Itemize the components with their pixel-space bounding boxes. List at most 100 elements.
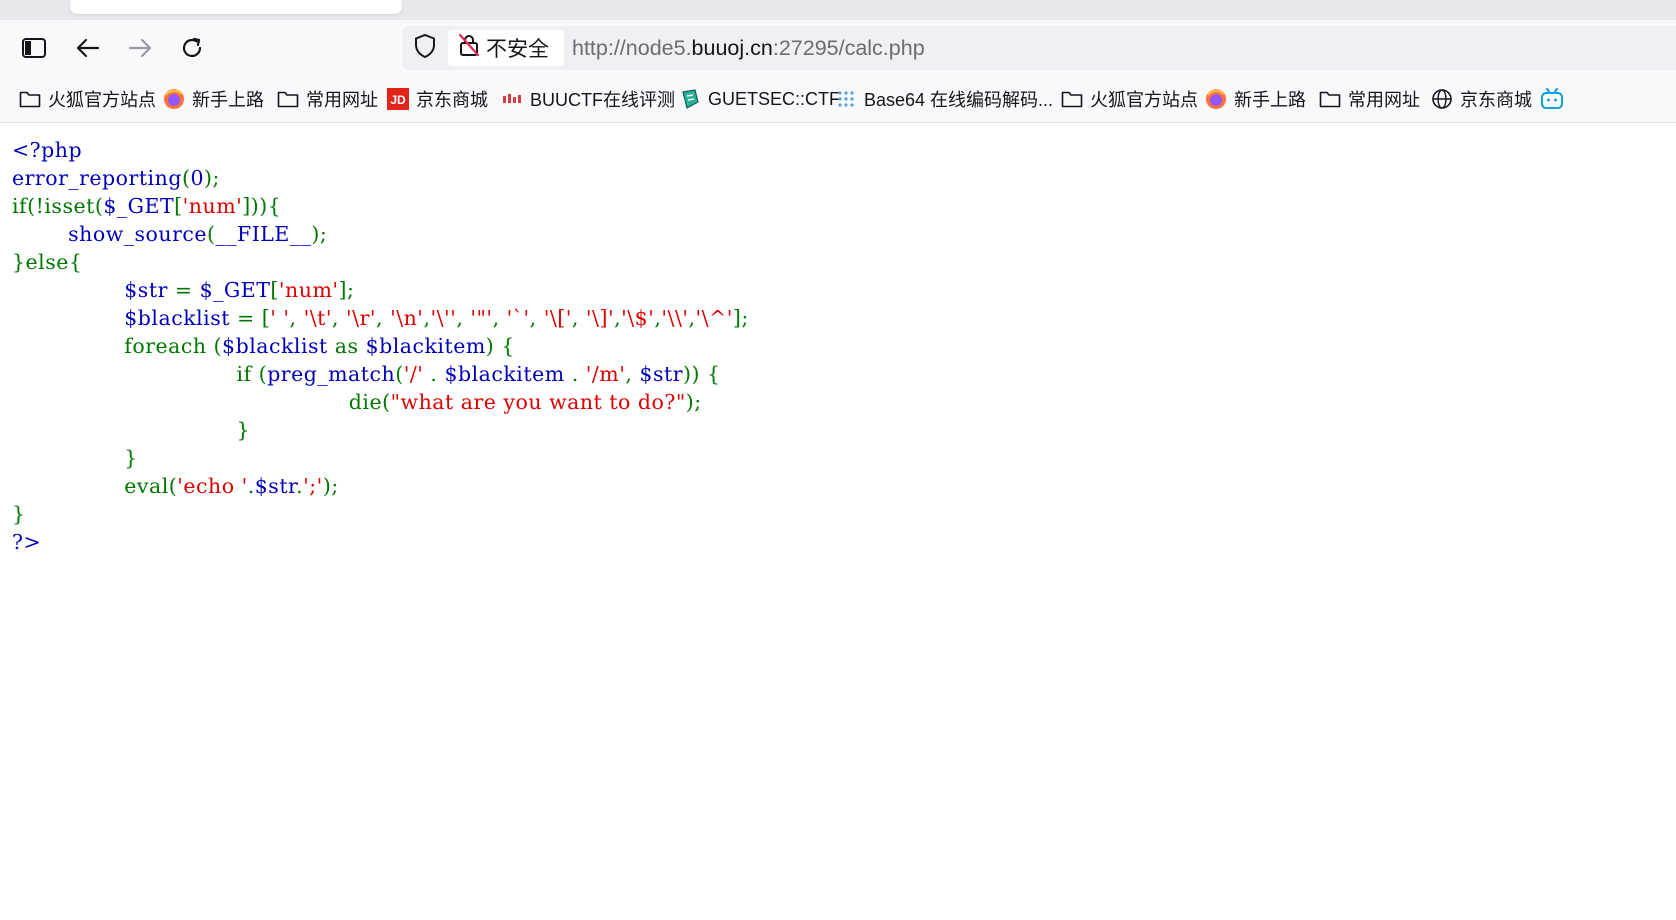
sidebar-toggle-button[interactable] xyxy=(16,30,52,66)
code-token: if ( xyxy=(12,362,268,386)
code-token: 0 xyxy=(190,166,204,190)
folder-icon xyxy=(276,87,300,111)
back-button[interactable] xyxy=(70,30,106,66)
code-token: $_GET xyxy=(199,278,271,302)
guetsec-icon xyxy=(678,87,702,111)
insecure-lock-icon xyxy=(458,33,486,63)
bookmark-label: 火狐官方站点 xyxy=(1090,90,1198,110)
firefox-icon xyxy=(162,87,186,111)
code-token: '/m' xyxy=(585,362,626,386)
code-token: } xyxy=(12,418,251,442)
url-text[interactable]: http://node5.buuoj.cn:27295/calc.php xyxy=(572,26,925,70)
insecure-label: 不安全 xyxy=(486,38,549,61)
code-token: 'echo ' xyxy=(177,474,248,498)
code-token: . xyxy=(247,474,255,498)
bookmark-label: 京东商城 xyxy=(416,90,488,110)
bookmark-item[interactable]: Base64 在线编码解码... xyxy=(834,76,1053,122)
code-token: ); xyxy=(311,222,328,246)
code-token: , xyxy=(688,306,696,330)
folder-icon xyxy=(1318,87,1342,111)
code-token: eval( xyxy=(12,474,178,498)
code-token: '\r' xyxy=(346,306,377,330)
code-token: '\[' xyxy=(543,306,572,330)
bookmark-item[interactable]: JD 京东商城 xyxy=(386,76,488,122)
bookmark-item[interactable]: 火狐官方站点 xyxy=(18,76,156,122)
folder-icon xyxy=(1060,87,1084,111)
base64-icon xyxy=(834,87,858,111)
code-token: as xyxy=(334,334,366,358)
bookmark-item[interactable]: 京东商城 xyxy=(1430,76,1532,122)
tracking-protection-button[interactable] xyxy=(412,33,438,63)
code-token: ( xyxy=(395,362,404,386)
connection-insecure-badge[interactable]: 不安全 xyxy=(448,30,564,66)
bookmark-item[interactable]: 新手上路 xyxy=(1204,76,1306,122)
code-token: '\n' xyxy=(390,306,424,330)
code-token: '\$' xyxy=(621,306,655,330)
code-token: , xyxy=(289,306,304,330)
code-token: __FILE__ xyxy=(215,222,312,246)
code-token: $blackitem xyxy=(444,362,572,386)
code-token: [ xyxy=(270,278,279,302)
code-token: = xyxy=(174,278,200,302)
code-token: = [ xyxy=(237,306,271,330)
bookmark-label: 京东商城 xyxy=(1460,90,1532,110)
bookmark-overflow-item[interactable] xyxy=(1540,76,1570,122)
url-bar[interactable]: 不安全 http://node5.buuoj.cn:27295/calc.php xyxy=(402,26,1676,70)
code-token: '\\' xyxy=(661,306,689,330)
code-token: '\]' xyxy=(585,306,615,330)
globe-icon xyxy=(1430,87,1454,111)
code-token: ); xyxy=(204,166,220,190)
php-source-code: <?php error_reporting(0); if(!isset($_GE… xyxy=(12,136,749,556)
reload-icon xyxy=(180,36,204,60)
jd-icon: JD xyxy=(386,87,410,111)
code-token: show_source xyxy=(68,222,207,246)
folder-icon xyxy=(18,87,42,111)
code-token: error_reporting xyxy=(12,166,182,190)
code-token: '"' xyxy=(470,306,493,330)
url-host: buuoj.cn xyxy=(691,36,773,60)
tab-strip xyxy=(0,0,1676,20)
active-tab[interactable] xyxy=(70,0,402,14)
bookmark-label: 常用网址 xyxy=(1348,90,1420,110)
bookmark-item[interactable]: 新手上路 xyxy=(162,76,264,122)
bookmark-label: 常用网址 xyxy=(306,90,378,110)
code-token: 'num' xyxy=(182,194,243,218)
code-token: 'num' xyxy=(278,278,339,302)
code-token: , xyxy=(331,306,347,330)
bookmark-label: 新手上路 xyxy=(192,90,264,110)
code-token: } xyxy=(12,446,138,470)
bookmark-label: Base64 在线编码解码... xyxy=(864,90,1054,110)
firefox-icon xyxy=(1204,87,1228,111)
code-token: . xyxy=(430,362,445,386)
bookmark-item[interactable]: BUUCTF在线评测 xyxy=(500,76,675,122)
code-token: , xyxy=(456,306,471,330)
code-token: $str xyxy=(254,474,297,498)
navigation-toolbar: 不安全 http://node5.buuoj.cn:27295/calc.php xyxy=(0,20,1676,76)
reload-button[interactable] xyxy=(174,30,210,66)
code-token: '\^' xyxy=(695,306,733,330)
code-token: '/' xyxy=(403,362,431,386)
bookmark-item[interactable]: 常用网址 xyxy=(276,76,378,122)
bookmarks-toolbar: 火狐官方站点 新手上路 常用网址 JD 京东商城 BUUCTF在线评测 GUET… xyxy=(0,76,1676,123)
bookmark-label: 新手上路 xyxy=(1234,90,1306,110)
code-token: $_GET xyxy=(103,194,175,218)
code-token: , xyxy=(492,306,507,330)
bookmark-item[interactable]: GUETSEC::CTF xyxy=(678,76,840,122)
code-token: , xyxy=(571,306,586,330)
code-token: $blackitem xyxy=(365,334,486,358)
code-token: . xyxy=(571,362,586,386)
forward-button[interactable] xyxy=(122,30,158,66)
shield-icon xyxy=(413,33,437,63)
code-token: '`' xyxy=(506,306,530,330)
code-token: ]; xyxy=(338,278,355,302)
bookmark-item[interactable]: 火狐官方站点 xyxy=(1060,76,1198,122)
buuctf-icon xyxy=(500,87,524,111)
code-token: )) { xyxy=(683,362,721,386)
bookmark-item[interactable]: 常用网址 xyxy=(1318,76,1420,122)
sidebar-icon xyxy=(21,37,47,59)
svg-text:JD: JD xyxy=(390,93,406,107)
code-token: ]; xyxy=(732,306,749,330)
